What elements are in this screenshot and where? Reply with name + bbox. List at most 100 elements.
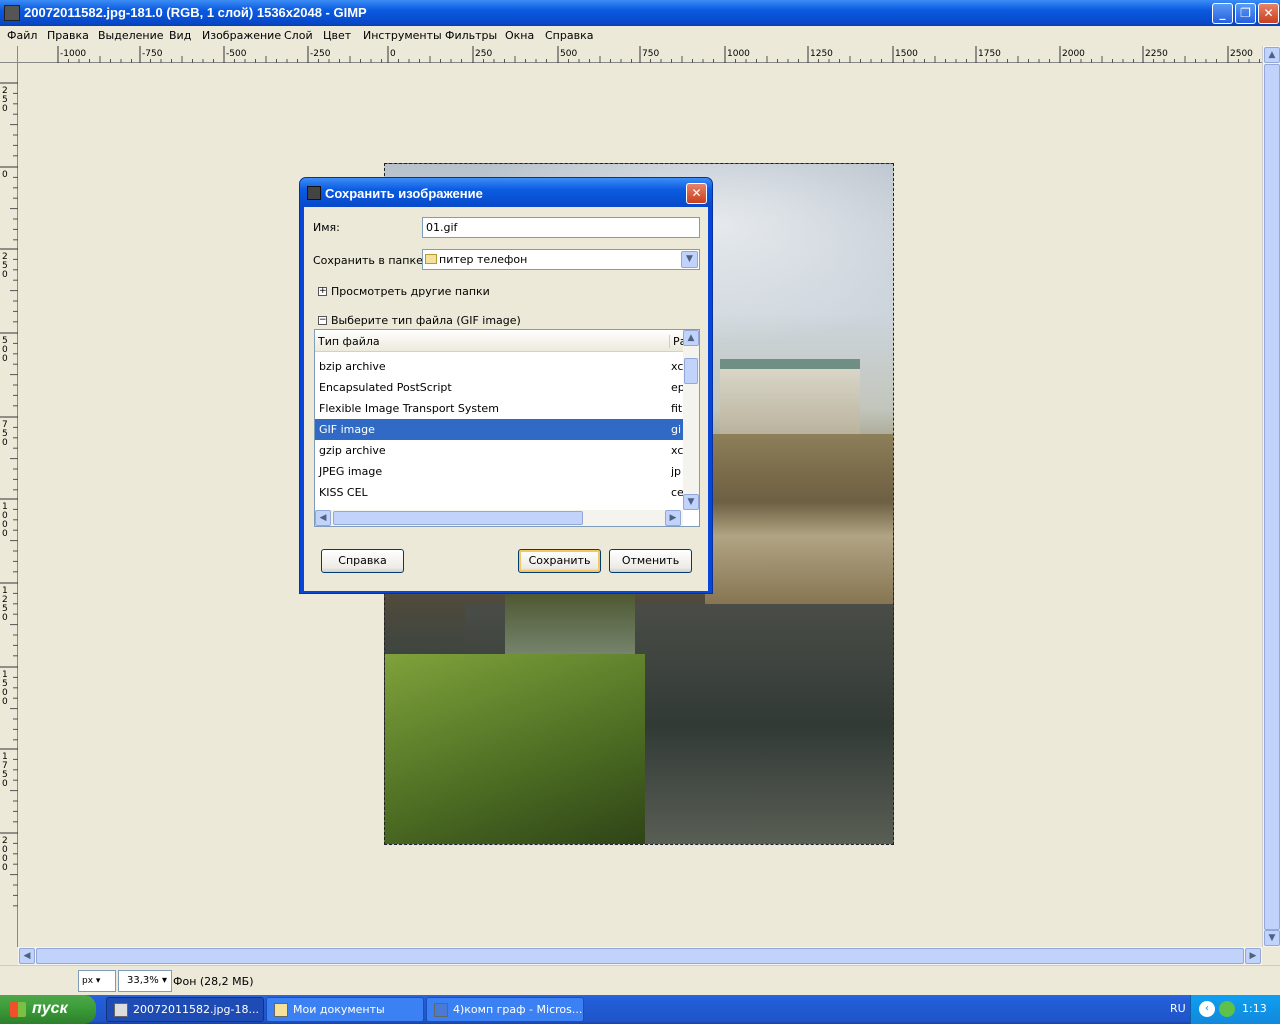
filetype-ext: gi [671, 423, 682, 436]
task-gimp[interactable]: 20072011582.jpg-18... [106, 997, 264, 1022]
layer-info: Фон (28,2 МБ) [173, 975, 254, 988]
unit-select[interactable]: px ▾ [78, 970, 116, 992]
photo-palace [720, 359, 860, 439]
tray-expand-icon[interactable]: ‹ [1199, 1001, 1215, 1017]
ruler-corner[interactable] [0, 46, 18, 63]
list-horizontal-thumb[interactable] [333, 511, 583, 525]
filetype-ext: xc [671, 360, 683, 373]
taskbar: пуск 20072011582.jpg-18... Мои документы… [0, 995, 1280, 1024]
horizontal-scroll-thumb[interactable] [36, 948, 1244, 964]
filename-input[interactable] [422, 217, 700, 238]
ruler-tick-label: -250 [310, 49, 331, 59]
list-item[interactable]: bzip archive xc [315, 356, 683, 377]
ruler-tick-label: 1500 [895, 49, 918, 59]
dialog-close-button[interactable]: ✕ [686, 183, 707, 204]
list-horizontal-scrollbar[interactable]: ◀ ▶ [315, 510, 683, 526]
window-title: 20072011582.jpg-181.0 (RGB, 1 слой) 1536… [24, 5, 367, 20]
browse-folders-expander[interactable]: Просмотреть другие папки [331, 285, 490, 298]
menu-windows[interactable]: Окна [505, 29, 534, 42]
list-item[interactable]: Flexible Image Transport System fit [315, 398, 683, 419]
filetype-list-header: Тип файла Ра [315, 330, 686, 352]
horizontal-ruler-ticks: -1000 -750 -500 -250 0 250 500 750 1000 1250 1500 1… [57, 46, 1271, 63]
filetype-name: Encapsulated PostScript [319, 381, 452, 394]
list-item[interactable]: JPEG image jp [315, 461, 683, 482]
list-item[interactable]: Encapsulated PostScript ep [315, 377, 683, 398]
start-button[interactable]: пуск [0, 995, 96, 1024]
ruler-tick-label: 0 [2, 438, 8, 448]
folder-task-icon [274, 1003, 288, 1017]
menu-layer[interactable]: Слой [284, 29, 313, 42]
menu-filters[interactable]: Фильтры [445, 29, 497, 42]
maximize-button[interactable]: ❐ [1235, 3, 1256, 24]
column-header-type[interactable]: Тип файла [318, 335, 380, 348]
list-scroll-left-arrow[interactable]: ◀ [315, 510, 331, 526]
word-task-icon [434, 1003, 448, 1017]
folder-icon [425, 254, 437, 264]
expand-plus-icon[interactable]: + [318, 287, 327, 296]
menu-edit[interactable]: Правка [47, 29, 89, 42]
list-item-selected[interactable]: GIF image gi [315, 419, 683, 440]
folder-select[interactable]: питер телефон ▼ [422, 249, 700, 270]
vertical-ruler-ticks: 250025050075010001250150017502000 [0, 82, 18, 907]
filetype-expander[interactable]: Выберите тип файла (GIF image) [331, 314, 521, 327]
list-item[interactable]: gzip archive xc [315, 440, 683, 461]
folder-label: Сохранить в папке [313, 254, 423, 267]
close-button[interactable]: ✕ [1258, 3, 1279, 24]
menu-colors[interactable]: Цвет [323, 29, 351, 42]
filetype-ext: fit [671, 402, 683, 415]
scroll-left-arrow[interactable]: ◀ [19, 948, 35, 964]
gimp-app-icon [4, 5, 20, 21]
ruler-tick-label: 1250 [810, 49, 833, 59]
ruler-tick-label: 0 [2, 170, 8, 180]
zoom-select[interactable]: 33,3% ▾ [118, 970, 172, 992]
ruler-tick-label: 500 [560, 49, 577, 59]
list-scroll-right-arrow[interactable]: ▶ [665, 510, 681, 526]
ruler-tick-label: 250 [475, 49, 492, 59]
filetype-list[interactable]: Тип файла Ра bzip archive xc Encapsulated… [314, 329, 700, 527]
list-vertical-thumb[interactable] [684, 358, 698, 384]
horizontal-ruler[interactable]: -1000 -750 -500 -250 0 250 500 750 1000 1250 1500 1… [18, 46, 1271, 63]
dialog-titlebar: Сохранить изображение ✕ [300, 178, 712, 207]
vertical-scrollbar[interactable]: ▲ ▼ [1262, 46, 1280, 947]
help-button[interactable]: Справка [321, 549, 404, 573]
task-word[interactable]: 4)комп граф - Micros... [426, 997, 584, 1022]
list-scroll-up-arrow[interactable]: ▲ [683, 330, 699, 346]
scroll-up-arrow[interactable]: ▲ [1264, 47, 1280, 63]
collapse-minus-icon[interactable]: − [318, 316, 327, 325]
ruler-tick-label: 2500 [1230, 49, 1253, 59]
list-scroll-down-arrow[interactable]: ▼ [683, 494, 699, 510]
vertical-scroll-thumb[interactable] [1264, 64, 1280, 930]
filetype-ext: jp [671, 465, 682, 478]
ruler-tick-label: 1750 [978, 49, 1001, 59]
list-vertical-scrollbar[interactable]: ▲ ▼ [683, 330, 699, 510]
menu-image[interactable]: Изображение [202, 29, 281, 42]
menu-help[interactable]: Справка [545, 29, 593, 42]
ruler-tick-label: 0 [2, 104, 8, 114]
ruler-tick-label: 0 [2, 779, 8, 789]
vertical-ruler[interactable]: 250025050075010001250150017502000 [0, 63, 18, 947]
minimize-button[interactable]: _ [1212, 3, 1233, 24]
list-item[interactable]: KISS CEL ce [315, 482, 683, 503]
save-button[interactable]: Сохранить [518, 549, 601, 573]
task-label: 4)комп граф - Micros... [453, 1003, 583, 1016]
cancel-button[interactable]: Отменить [609, 549, 692, 573]
menu-tools[interactable]: Инструменты [363, 29, 442, 42]
menu-file[interactable]: Файл [7, 29, 37, 42]
window-titlebar: 20072011582.jpg-181.0 (RGB, 1 слой) 1536… [0, 0, 1280, 26]
photo-cascade [705, 434, 893, 604]
menu-view[interactable]: Вид [169, 29, 191, 42]
folder-value: питер телефон [439, 253, 528, 266]
ruler-tick-label: 0 [390, 49, 396, 59]
scroll-down-arrow[interactable]: ▼ [1264, 930, 1280, 946]
ruler-tick-label: 1000 [727, 49, 750, 59]
language-indicator[interactable]: RU [1170, 1002, 1186, 1015]
scroll-right-arrow[interactable]: ▶ [1245, 948, 1261, 964]
tray-network-icon[interactable] [1219, 1001, 1235, 1017]
menu-select[interactable]: Выделение [98, 29, 164, 42]
task-my-documents[interactable]: Мои документы [266, 997, 424, 1022]
chevron-down-icon[interactable]: ▼ [681, 251, 698, 268]
zoom-value: 33,3% [127, 975, 159, 986]
ruler-tick-label: 0 [2, 613, 8, 623]
horizontal-scrollbar[interactable]: ◀ ▶ [18, 947, 1262, 965]
ruler-tick-label: 0 [2, 270, 8, 280]
